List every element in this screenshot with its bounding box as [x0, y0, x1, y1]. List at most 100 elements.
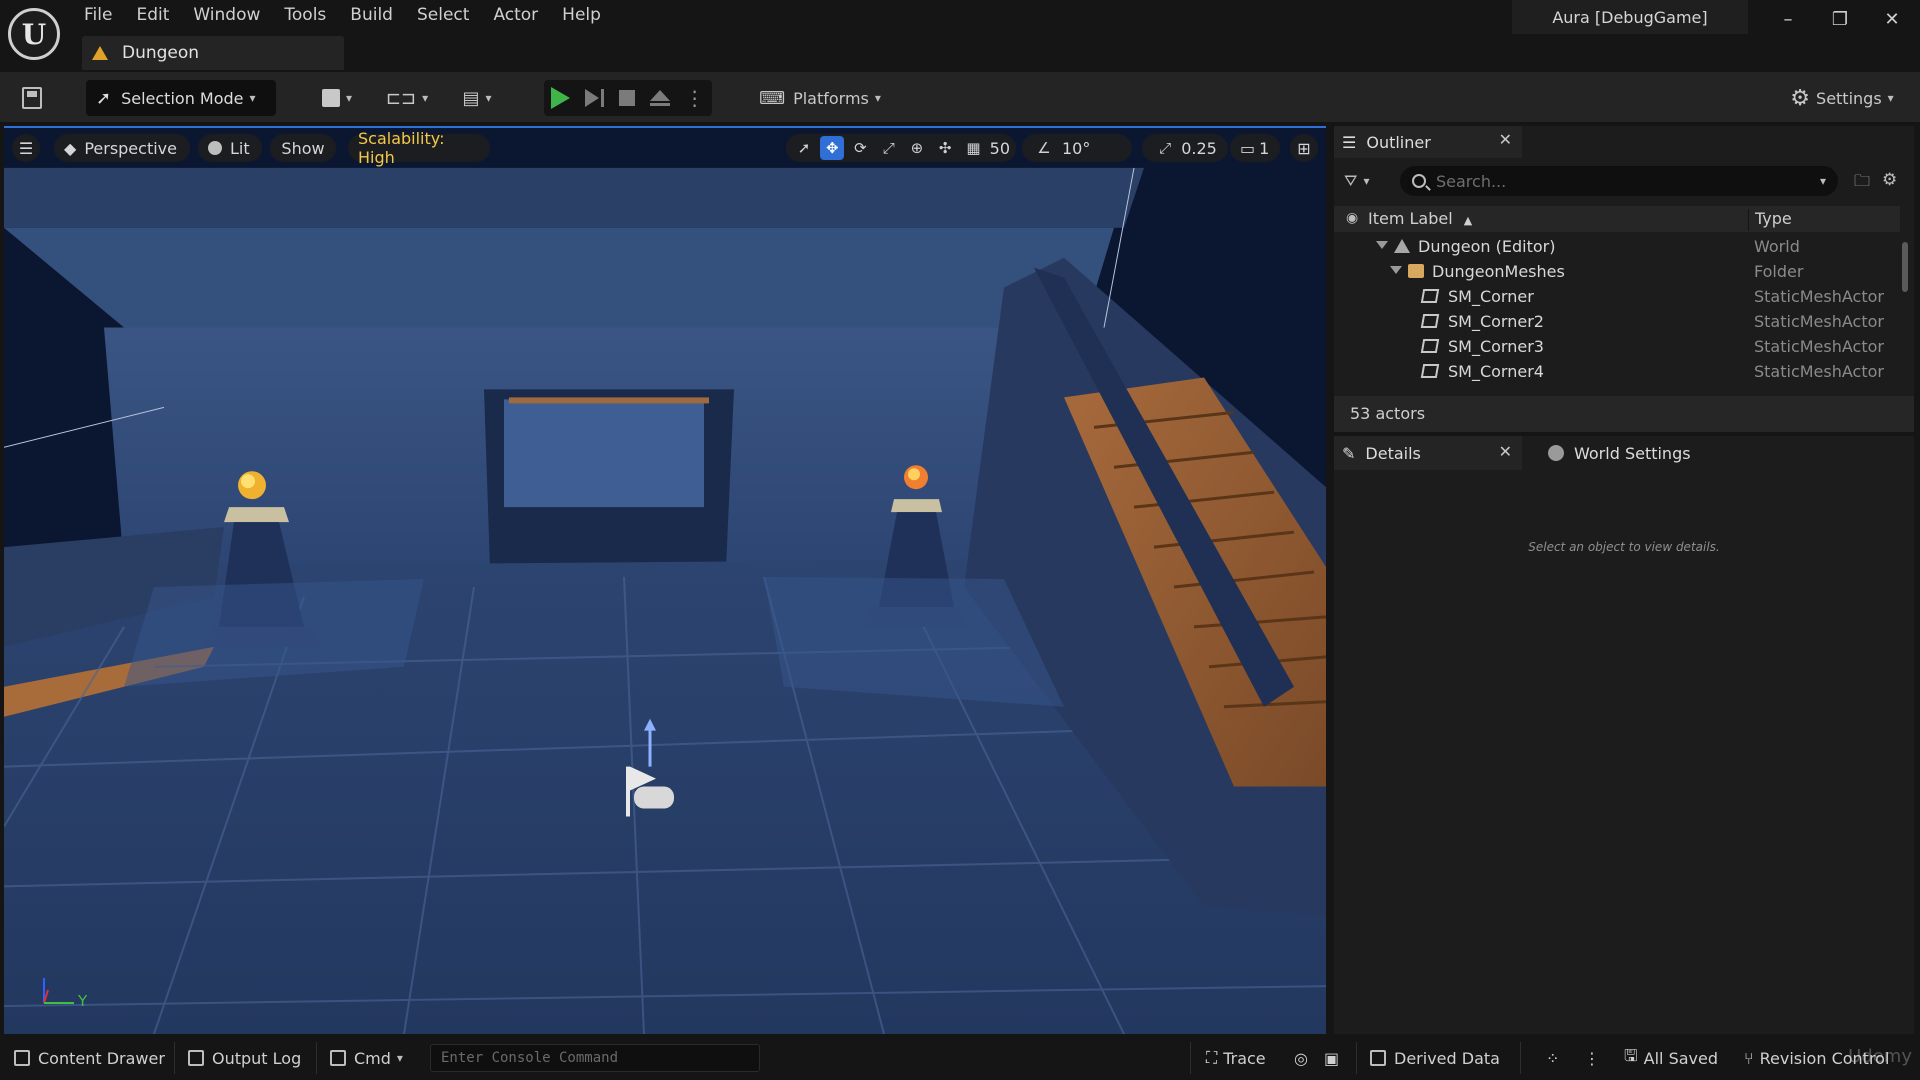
menu-bar: File Edit Window Tools Build Select Acto… — [72, 0, 613, 32]
output-log-icon — [188, 1050, 204, 1066]
derived-data-button[interactable]: Derived Data — [1370, 1044, 1500, 1072]
surface-snap-icon[interactable]: ✣ — [933, 136, 957, 160]
add-actor-button[interactable]: ▾ — [312, 80, 362, 116]
play-options-icon[interactable]: ⋮ — [685, 86, 705, 110]
close-button[interactable]: ✕ — [1872, 6, 1912, 32]
outliner-tab[interactable]: ☰ Outliner ✕ — [1334, 126, 1522, 158]
new-folder-icon[interactable]: 🗀 — [1854, 170, 1876, 192]
close-icon[interactable]: ✕ — [1499, 442, 1512, 461]
more-options[interactable]: ⋮ — [1584, 1044, 1600, 1072]
settings-label: Settings — [1816, 88, 1882, 108]
chevron-down-icon[interactable]: ▾ — [1820, 174, 1826, 188]
branch-icon: ⑂ — [1744, 1048, 1754, 1068]
menu-actor[interactable]: Actor — [481, 0, 550, 32]
unreal-logo[interactable]: U — [8, 8, 60, 60]
menu-window[interactable]: Window — [181, 0, 272, 32]
menu-help[interactable]: Help — [550, 0, 613, 32]
search-icon — [1412, 174, 1426, 188]
eject-icon[interactable] — [649, 90, 670, 106]
column-item-label[interactable]: Item Label ▲ — [1368, 209, 1472, 228]
expand-arrow-icon[interactable] — [1390, 266, 1402, 274]
console-input[interactable]: Enter Console Command — [430, 1044, 760, 1072]
level-tab[interactable]: Dungeon — [82, 36, 344, 70]
grid-snap-value[interactable]: 50 — [990, 139, 1010, 158]
tree-row-actor[interactable]: SM_Corner4 StaticMeshActor — [1334, 359, 1900, 384]
scale-tool-icon[interactable]: ⤢ — [877, 136, 901, 160]
tree-row-actor[interactable]: SM_Corner StaticMeshActor — [1334, 284, 1900, 309]
close-icon[interactable]: ✕ — [1499, 130, 1512, 149]
menu-edit[interactable]: Edit — [124, 0, 181, 32]
scale-snap[interactable]: ⤢ 0.25 — [1142, 134, 1228, 162]
search-input[interactable]: Search... ▾ — [1400, 166, 1838, 196]
project-name: Aura [DebugGame] — [1512, 0, 1748, 34]
save-button[interactable] — [14, 80, 50, 116]
details-tab[interactable]: ✎ Details ✕ — [1334, 436, 1522, 470]
all-saved-label: All Saved — [1643, 1048, 1718, 1068]
view-mode-button[interactable]: Lit — [198, 134, 262, 162]
derived-data-icon — [1370, 1050, 1386, 1066]
world-space-icon[interactable]: ⊕ — [905, 136, 929, 160]
expand-arrow-icon[interactable] — [1376, 241, 1388, 249]
outliner-scrollbar[interactable] — [1902, 242, 1908, 292]
gear-icon[interactable]: ⚙ — [1882, 170, 1904, 192]
details-body: Select an object to view details. — [1334, 470, 1914, 1034]
chevron-down-icon: ▾ — [1887, 91, 1894, 105]
cmd-dropdown[interactable]: Cmd ▾ — [330, 1044, 403, 1072]
trace-label: Trace — [1223, 1048, 1266, 1068]
record-button[interactable]: ◎ — [1294, 1044, 1308, 1072]
menu-build[interactable]: Build — [338, 0, 405, 32]
restore-button[interactable]: ❐ — [1820, 6, 1860, 32]
source-control-status[interactable]: ⁘ — [1546, 1044, 1559, 1072]
filter-icon: ⛛ — [1344, 171, 1358, 190]
content-drawer-button[interactable]: Content Drawer — [14, 1044, 165, 1072]
settings-button[interactable]: ⚙ Settings ▾ — [1782, 80, 1902, 116]
tree-row-label: SM_Corner4 — [1448, 362, 1544, 381]
stop-icon[interactable] — [618, 90, 635, 106]
platforms-button[interactable]: ⌨ Platforms ▾ — [756, 80, 884, 116]
tree-row-type: StaticMeshActor — [1754, 337, 1884, 356]
menu-file[interactable]: File — [72, 0, 124, 32]
eye-icon[interactable]: ◉ — [1346, 210, 1364, 228]
menu-tools[interactable]: Tools — [272, 0, 338, 32]
blueprint-button[interactable]: ⊏⊐ ▾ — [382, 80, 432, 116]
outliner-icon: ☰ — [1342, 132, 1357, 152]
column-type[interactable]: Type — [1748, 209, 1792, 231]
trace-button[interactable]: ⛶ Trace — [1206, 1044, 1266, 1072]
main-toolbar: ➚ Selection Mode ▾ ▾ ⊏⊐ ▾ ▤ ▾ ⋮ ⌨ Platfo… — [0, 72, 1920, 124]
kebab-icon: ⋮ — [1584, 1048, 1600, 1068]
perspective-button[interactable]: ◆ Perspective — [54, 134, 190, 162]
tree-row-world[interactable]: Dungeon (Editor) World — [1334, 234, 1900, 259]
tree-row-actor[interactable]: SM_Corner2 StaticMeshActor — [1334, 309, 1900, 334]
scalability-button[interactable]: Scalability: High — [348, 129, 490, 167]
rotation-snap[interactable]: ∠ 10° — [1022, 134, 1132, 162]
cinematics-button[interactable]: ▤ ▾ — [452, 80, 502, 116]
minimize-button[interactable]: – — [1768, 6, 1808, 32]
output-log-button[interactable]: Output Log — [188, 1044, 301, 1072]
step-icon[interactable] — [585, 89, 605, 107]
tree-row-type: StaticMeshActor — [1754, 287, 1884, 306]
viewport-options-button[interactable]: ☰ — [12, 134, 40, 162]
screenshot-button[interactable]: ▣ — [1324, 1044, 1339, 1072]
selection-mode-dropdown[interactable]: ➚ Selection Mode ▾ — [86, 80, 276, 116]
selection-mode-label: Selection Mode — [121, 88, 244, 108]
world-settings-tab[interactable]: World Settings — [1540, 436, 1740, 470]
viewport-layout-button[interactable]: ⊞ — [1290, 134, 1318, 162]
scene-render[interactable] — [4, 128, 1326, 1034]
play-icon[interactable] — [551, 87, 571, 109]
camera-speed-value: 1 — [1259, 138, 1270, 158]
move-tool-icon[interactable]: ✥ — [820, 136, 845, 160]
level-icon — [92, 46, 108, 60]
menu-select[interactable]: Select — [405, 0, 481, 32]
camera-speed[interactable]: ▭ 1 — [1230, 134, 1280, 162]
level-viewport[interactable]: ☰ ◆ Perspective Lit Show Scalability: Hi… — [4, 126, 1326, 1034]
filter-button[interactable]: ⛛ ▾ — [1344, 168, 1384, 194]
tree-row-folder[interactable]: DungeonMeshes Folder — [1334, 259, 1900, 284]
rotate-tool-icon[interactable]: ⟳ — [848, 136, 872, 160]
show-button[interactable]: Show — [270, 134, 336, 162]
hamburger-icon: ☰ — [18, 138, 34, 158]
grid-snap-icon[interactable]: ▦ — [961, 136, 985, 160]
tree-row-type: StaticMeshActor — [1754, 362, 1884, 381]
select-tool-icon[interactable]: ➚ — [792, 136, 816, 160]
all-saved-button[interactable]: 🖫 All Saved — [1624, 1044, 1718, 1072]
tree-row-actor[interactable]: SM_Corner3 StaticMeshActor — [1334, 334, 1900, 359]
